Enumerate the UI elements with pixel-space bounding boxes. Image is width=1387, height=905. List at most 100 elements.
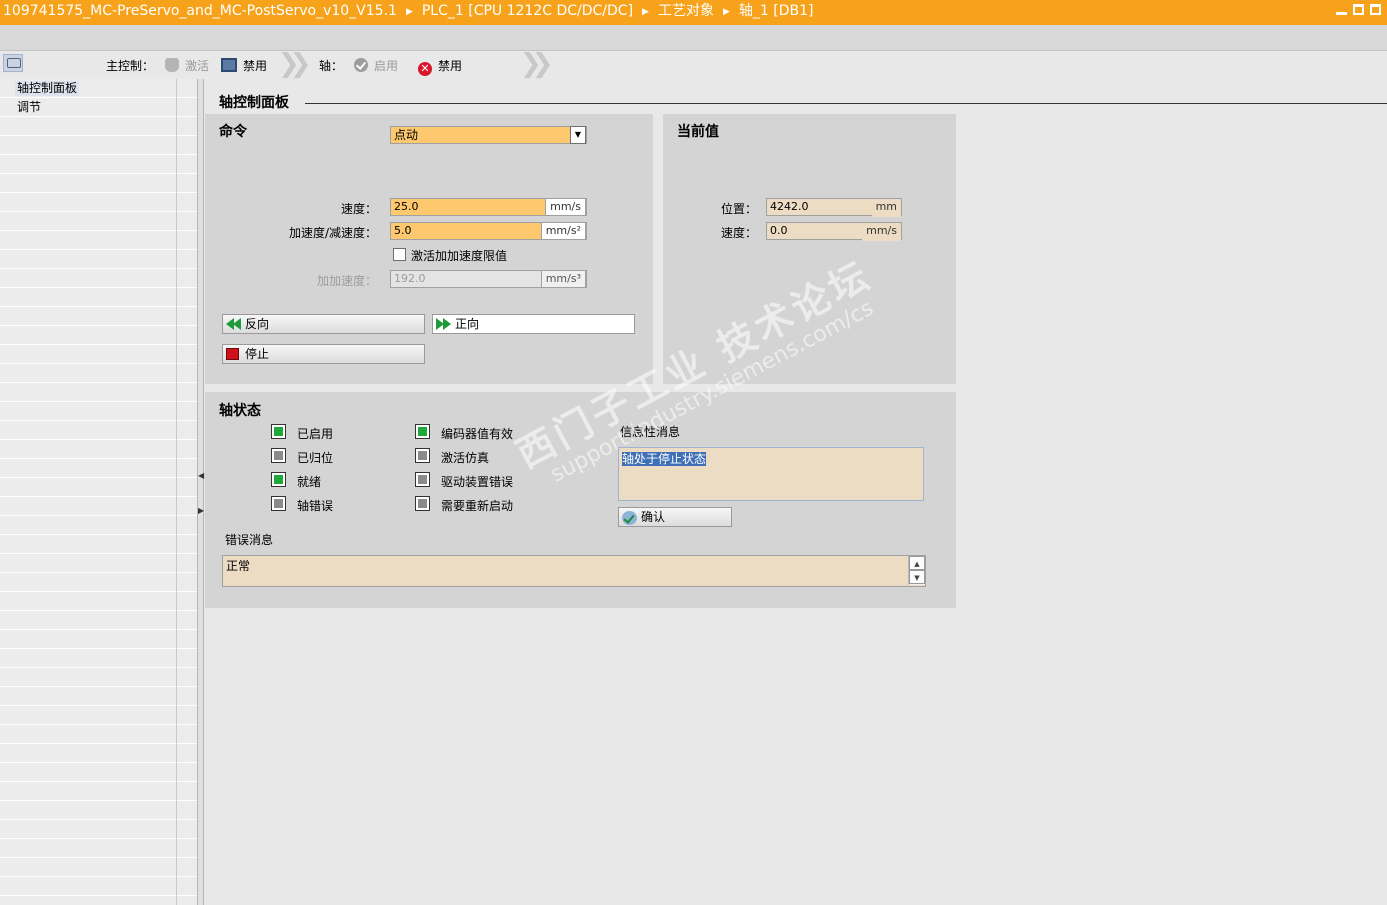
error-message-text: 正常 [226, 559, 251, 573]
jerk-value: 192.0 [394, 272, 426, 285]
error-scrollbar[interactable]: ▲ ▼ [908, 556, 925, 585]
velocity-label: 速度： [720, 226, 757, 240]
speed-unit: mm/s [545, 198, 586, 216]
status-led [415, 424, 430, 439]
acceleration-unit: mm/s² [540, 222, 586, 240]
master-control-label: 主控制： [106, 59, 155, 73]
toolbar: 主控制： 激活 禁用 ❯❯ 轴： 启用 ✕ 禁用 ❯❯ [0, 51, 1387, 79]
editor-tab-strip [0, 25, 1387, 51]
fast-forward-icon [436, 318, 452, 330]
status-led [271, 496, 286, 511]
status-led [415, 448, 430, 463]
acknowledge-label: 确认 [641, 510, 666, 524]
scroll-down-icon[interactable]: ▼ [909, 570, 925, 584]
maximize-icon[interactable] [1370, 4, 1381, 15]
breadcrumb-project[interactable]: 109741575_MC-PreServo_and_MC-PostServo_v… [3, 0, 397, 23]
command-mode-value: 点动 [394, 128, 419, 142]
jerk-limit-checkbox[interactable] [393, 248, 406, 261]
title-bar: 109741575_MC-PreServo_and_MC-PostServo_v… [0, 0, 1387, 25]
acceleration-input[interactable]: 5.0 mm/s² [390, 222, 587, 240]
breadcrumb-axis[interactable]: 轴_1 [DB1] [739, 0, 814, 23]
velocity-unit: mm/s [862, 223, 901, 241]
restore-icon[interactable] [1353, 4, 1364, 15]
command-mode-select[interactable]: 点动 ▼ [390, 126, 587, 144]
status-led [415, 472, 430, 487]
disable-axis-button[interactable]: ✕ 禁用 [418, 57, 462, 76]
breadcrumb-technology-objects[interactable]: 工艺对象 [658, 0, 714, 23]
velocity-value: 0.0 [770, 224, 788, 237]
status-label: 已启用 [297, 427, 334, 441]
breadcrumb-separator-icon: ▶ [722, 7, 730, 17]
status-led [415, 496, 430, 511]
enable-axis-button[interactable]: 启用 [354, 57, 398, 74]
status-led [271, 448, 286, 463]
command-heading: 命令 [219, 124, 247, 140]
status-led [271, 424, 286, 439]
collapse-left-icon[interactable]: ◀ [198, 471, 204, 480]
axis-label: 轴： [319, 59, 344, 73]
disable-master-button[interactable]: 禁用 [221, 57, 267, 74]
status-label: 驱动装置错误 [441, 475, 514, 489]
rewind-icon [226, 318, 242, 330]
info-message-label: 信息性消息 [620, 425, 681, 439]
forward-label: 正向 [455, 317, 480, 331]
position-label: 位置： [720, 202, 757, 216]
sidebar-divider [176, 79, 177, 905]
acceleration-label: 加速度/减速度： [288, 226, 377, 240]
computer-icon [221, 58, 237, 72]
forward-button[interactable]: 正向 [432, 314, 635, 334]
jerk-limit-checkbox-label: 激活加加速度限值 [411, 249, 508, 263]
stop-button[interactable]: 停止 [222, 344, 425, 364]
activate-master-button[interactable]: 激活 [165, 57, 209, 74]
status-led [271, 472, 286, 487]
panel-splitter[interactable]: ◀ ▶ [197, 79, 204, 905]
check-icon [354, 58, 368, 72]
status-label: 轴错误 [297, 499, 334, 513]
close-icon: ✕ [418, 62, 432, 76]
axis-status-heading: 轴状态 [219, 403, 261, 419]
position-value: 4242.0 [770, 200, 809, 213]
breadcrumb-separator-icon: ▶ [405, 7, 413, 17]
backward-button[interactable]: 反向 [222, 314, 425, 334]
info-message-box[interactable]: 轴处于停止状态 [618, 447, 924, 501]
current-values-section [663, 114, 956, 384]
speed-input[interactable]: 25.0 mm/s [390, 198, 587, 216]
title-rule [305, 103, 1387, 104]
backward-label: 反向 [245, 317, 270, 331]
double-chevron-icon: ❯❯ [278, 49, 312, 79]
double-chevron-icon: ❯❯ [520, 49, 554, 79]
sidebar-item-axis-control-panel[interactable]: 轴控制面板 [15, 81, 80, 96]
current-values-heading: 当前值 [677, 124, 719, 140]
minimize-icon[interactable] [1336, 6, 1347, 15]
jerk-label: 加加速度： [316, 274, 377, 288]
position-unit: mm [871, 199, 901, 217]
jerk-input[interactable]: 192.0 mm/s³ [390, 270, 587, 288]
stop-icon [226, 348, 239, 360]
breadcrumb-separator-icon: ▶ [642, 7, 649, 17]
error-message-box[interactable]: 正常 ▲ ▼ [222, 555, 926, 587]
info-message-text: 轴处于停止状态 [622, 452, 707, 466]
velocity-readout: 0.0 mm/s [766, 222, 902, 241]
expand-right-icon[interactable]: ▶ [198, 506, 204, 515]
error-message-label: 错误消息 [225, 533, 274, 547]
acknowledge-button[interactable]: 确认 [618, 507, 732, 527]
speed-value: 25.0 [394, 200, 419, 213]
stop-label: 停止 [245, 347, 270, 361]
scroll-up-icon[interactable]: ▲ [909, 556, 925, 570]
breadcrumb-plc[interactable]: PLC_1 [CPU 1212C DC/DC/DC] [422, 0, 633, 23]
window-controls [1336, 4, 1381, 15]
speed-label: 速度： [340, 202, 377, 216]
page-title: 轴控制面板 [219, 95, 289, 111]
sidebar: 轴控制面板 调节 [0, 79, 197, 905]
jerk-unit: mm/s³ [540, 270, 586, 288]
status-label: 需要重新启动 [441, 499, 514, 513]
panel-overview-icon[interactable] [3, 54, 23, 72]
chevron-down-icon[interactable]: ▼ [570, 126, 586, 144]
status-label: 编码器值有效 [441, 427, 514, 441]
status-label: 已归位 [297, 451, 334, 465]
acceleration-value: 5.0 [394, 224, 412, 237]
status-label: 激活仿真 [441, 451, 490, 465]
sidebar-item-tuning[interactable]: 调节 [15, 100, 43, 115]
acknowledge-icon [622, 511, 637, 525]
status-label: 就绪 [297, 475, 322, 489]
